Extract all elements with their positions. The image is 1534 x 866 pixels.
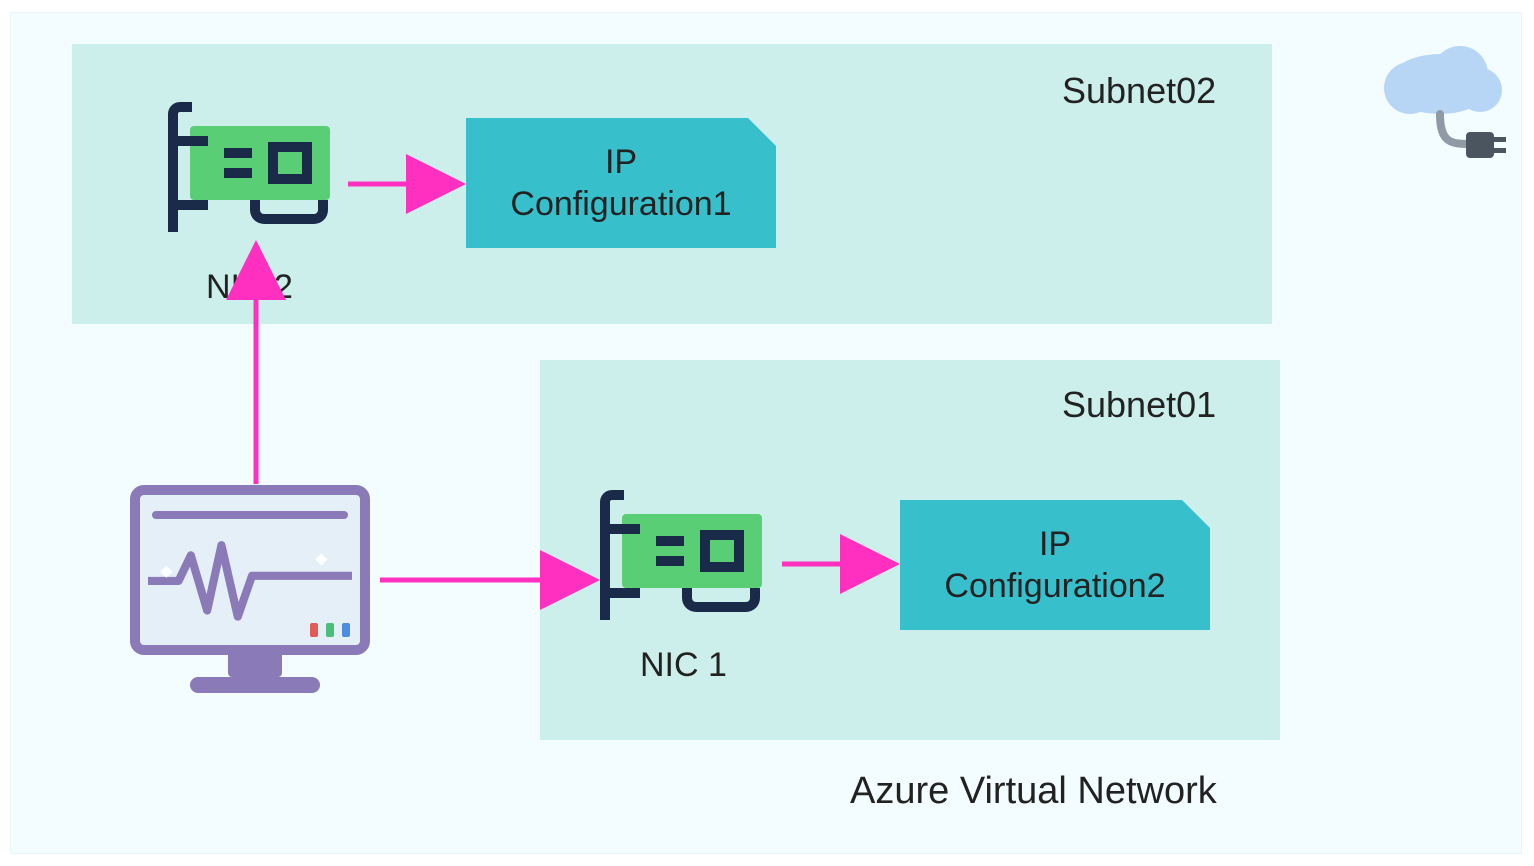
nic-1-icon <box>600 480 770 620</box>
monitor-vm-icon <box>130 485 380 715</box>
nic-2-label: NIC 2 <box>206 268 293 307</box>
ip-configuration-2-box: IP Configuration2 <box>900 500 1210 630</box>
ip-cfg1-line2: Configuration1 <box>510 183 731 226</box>
ip-cfg1-line1: IP <box>605 141 637 184</box>
ip-cfg2-line1: IP <box>1039 523 1071 566</box>
cloud-plug-icon <box>1362 34 1512 174</box>
nic-2-icon <box>168 92 338 232</box>
subnet-02-label: Subnet02 <box>1062 70 1216 112</box>
nic-1-label: NIC 1 <box>640 646 727 685</box>
vnet-label: Azure Virtual Network <box>850 770 1217 813</box>
subnet-01-label: Subnet01 <box>1062 384 1216 426</box>
ip-configuration-1-box: IP Configuration1 <box>466 118 776 248</box>
ip-cfg2-line2: Configuration2 <box>944 565 1165 608</box>
